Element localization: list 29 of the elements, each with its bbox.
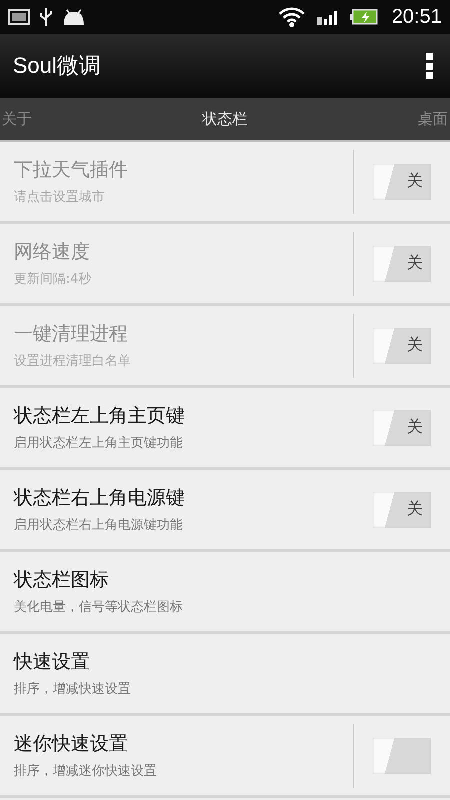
setting-summary: 启用状态栏左上角主页键功能 — [14, 435, 184, 452]
setting-title: 迷你快速设置 — [14, 732, 129, 757]
setting-title: 状态栏右上角电源键 — [14, 486, 186, 511]
setting-summary: 排序，增减快速设置 — [14, 681, 132, 698]
setting-summary: 更新间隔:4秒 — [14, 271, 93, 288]
setting-title: 状态栏左上角主页键 — [14, 404, 186, 429]
usb-icon — [40, 8, 52, 26]
tab[interactable]: 状态栏 — [200, 110, 250, 128]
setting-title: 状态栏图标 — [14, 568, 110, 593]
setting-summary: 请点击设置城市 — [14, 189, 106, 206]
android-icon — [62, 9, 86, 25]
app-title: Soul微调 — [13, 52, 102, 80]
setting-summary: 排序，增减迷你快速设置 — [14, 763, 158, 780]
wifi-icon — [278, 6, 306, 28]
more-icon — [426, 53, 434, 79]
setting-summary: 设置进程清理白名单 — [14, 353, 132, 370]
toggle-switch[interactable]: 关 — [373, 410, 431, 446]
signal-icon — [316, 9, 340, 25]
setting-title: 网络速度 — [14, 240, 91, 265]
setting-title: 快速设置 — [14, 650, 91, 675]
setting-title: 下拉天气插件 — [14, 158, 129, 183]
setting-summary: 启用状态栏右上角电源键功能 — [14, 517, 184, 534]
battery-icon — [350, 9, 378, 25]
toggle-switch[interactable] — [373, 738, 431, 774]
toggle-switch[interactable]: 关 — [373, 492, 431, 528]
image-icon — [8, 9, 30, 25]
setting-title: 一键清理进程 — [14, 322, 129, 347]
setting-summary: 美化电量，信号等状态栏图标 — [14, 599, 184, 616]
status-time: 20:51 — [392, 6, 442, 28]
